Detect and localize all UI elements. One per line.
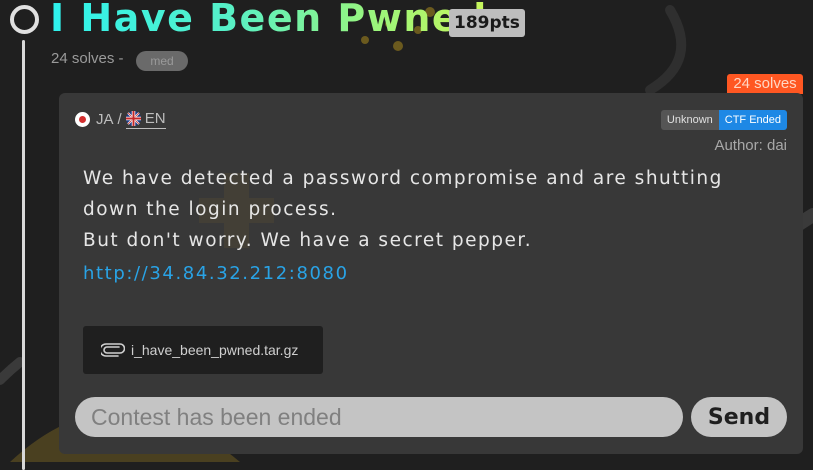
attachment-download[interactable]: i_have_been_pwned.tar.gz bbox=[83, 326, 323, 374]
solves-badge[interactable]: 24 solves bbox=[727, 74, 803, 94]
lang-en-option[interactable]: EN bbox=[125, 110, 166, 129]
description-line-1: We have detected a password compromise a… bbox=[83, 168, 723, 220]
ctf-ended-badge: CTF Ended bbox=[718, 110, 787, 130]
lang-en-label: EN bbox=[144, 110, 166, 127]
lang-separator: / bbox=[117, 111, 122, 128]
challenge-card: JA / EN Unknown CTF Ended Author: dai We… bbox=[59, 93, 803, 454]
status-unknown-badge: Unknown bbox=[660, 110, 719, 130]
lang-ja-option[interactable]: JA bbox=[96, 111, 114, 128]
description-line-2: But don't worry. We have a secret pepper… bbox=[83, 230, 533, 251]
attachment-filename: i_have_been_pwned.tar.gz bbox=[131, 342, 299, 358]
timeline-marker bbox=[10, 5, 39, 34]
challenge-description: We have detected a password compromise a… bbox=[83, 163, 783, 256]
send-button[interactable]: Send bbox=[691, 397, 787, 437]
status-badges: Unknown CTF Ended bbox=[660, 110, 787, 130]
flag-input[interactable] bbox=[75, 397, 683, 437]
language-switcher: JA / EN bbox=[75, 110, 166, 129]
paperclip-icon bbox=[101, 343, 125, 357]
challenge-url-link[interactable]: http://34.84.32.212:8080 bbox=[83, 263, 349, 284]
challenge-title: I Have Been Pwned bbox=[50, 0, 488, 40]
points-badge: 189pts bbox=[449, 9, 525, 37]
solves-count: 24 solves - bbox=[51, 50, 124, 67]
japan-flag-icon bbox=[75, 112, 90, 127]
author-label: Author: dai bbox=[714, 137, 787, 154]
uk-flag-icon bbox=[125, 111, 141, 126]
timeline-line bbox=[22, 40, 25, 470]
difficulty-badge: med bbox=[136, 51, 188, 71]
